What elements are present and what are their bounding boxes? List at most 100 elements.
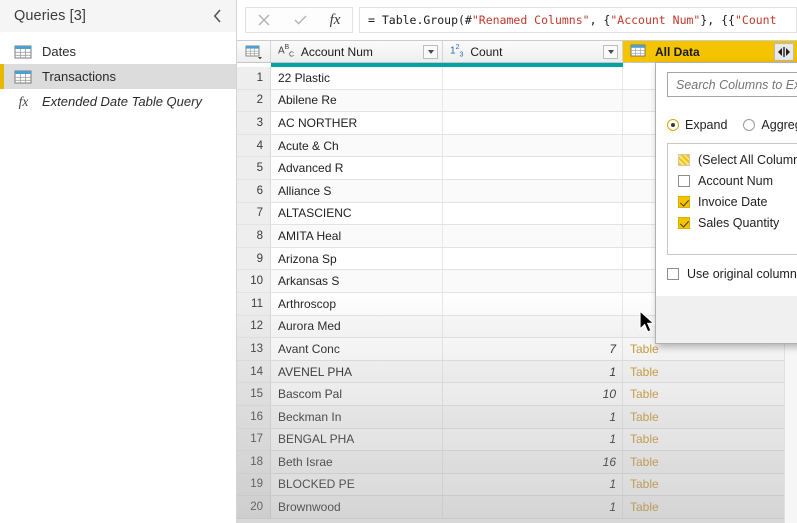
cell-account-num[interactable]: Beth Israe [271, 451, 443, 473]
sidebar-item-transactions[interactable]: Transactions [0, 64, 236, 89]
cell-account-num[interactable]: Arkansas S [271, 270, 443, 292]
cell-all-data[interactable]: Table [623, 406, 797, 428]
table-link[interactable]: Table [630, 387, 659, 401]
cell-all-data[interactable]: Table [623, 429, 797, 451]
cell-count[interactable]: 1 [443, 428, 623, 451]
use-original-prefix-checkbox[interactable]: Use original column name as prefix [667, 267, 797, 281]
table-link[interactable]: Table [630, 410, 659, 424]
cell-count[interactable] [443, 270, 623, 292]
cell-count[interactable]: 1 [443, 473, 623, 496]
table-link[interactable]: Table [630, 455, 659, 469]
column-header-account-num[interactable]: ABC Account Num [271, 41, 443, 62]
table-row[interactable]: 17 BENGAL PHA 1 Table [237, 428, 797, 452]
cell-account-num[interactable]: Acute & Ch [271, 134, 443, 157]
cell-count[interactable]: 1 [443, 360, 623, 383]
cell-count[interactable] [443, 179, 623, 202]
select-all-table-icon[interactable] [237, 41, 271, 62]
formula-bar-buttons: fx [245, 7, 353, 33]
column-checkbox-select-all[interactable]: (Select All Columns) [678, 149, 797, 170]
fx-icon[interactable]: fx [318, 8, 352, 32]
cell-account-num[interactable]: AMITA Heal [271, 225, 443, 247]
column-checkbox-account-num[interactable]: Account Num [678, 170, 797, 191]
cell-count[interactable]: 7 [443, 338, 623, 360]
cell-account-num[interactable]: Avant Conc [271, 338, 443, 360]
cell-account-num[interactable]: Abilene Re [271, 89, 443, 112]
cell-count[interactable] [443, 202, 623, 225]
search-row: A Z [667, 72, 797, 97]
cell-all-data[interactable]: Table [623, 383, 797, 405]
cell-account-num[interactable]: AVENEL PHA [271, 360, 443, 383]
radio-expand-label: Expand [685, 118, 728, 132]
table-link[interactable]: Table [630, 477, 659, 491]
cell-account-num[interactable]: Advanced R [271, 157, 443, 179]
cell-account-num[interactable]: Aurora Med [271, 315, 443, 338]
table-row[interactable]: 16 Beckman In 1 Table [237, 405, 797, 429]
table-row[interactable]: 18 Beth Israe 16 Table [237, 451, 797, 474]
formula-text-mid-2: }, {{ [700, 13, 735, 27]
cell-count[interactable] [443, 134, 623, 157]
expand-columns-list[interactable]: (Select All Columns) Account Num Invoice… [667, 143, 797, 255]
row-index: 10 [237, 270, 271, 292]
cell-count[interactable] [443, 292, 623, 315]
cell-all-data[interactable]: Table [623, 451, 797, 473]
cell-all-data[interactable]: Table [623, 496, 797, 518]
sidebar-item-dates[interactable]: Dates [0, 39, 236, 64]
cell-count[interactable]: 1 [443, 496, 623, 518]
cell-account-num[interactable]: ALTASCIENC [271, 202, 443, 225]
formula-text-mid-1: , { [589, 13, 611, 27]
cell-account-num[interactable]: Brownwood [271, 496, 443, 518]
table-link[interactable]: Table [630, 365, 659, 379]
cell-count[interactable] [443, 67, 623, 89]
cell-account-num[interactable]: Bascom Pal [271, 383, 443, 405]
cell-all-data[interactable]: Table [623, 361, 797, 383]
cell-account-num[interactable]: BENGAL PHA [271, 428, 443, 451]
check-icon[interactable] [282, 8, 318, 32]
cell-count[interactable] [443, 247, 623, 270]
table-row[interactable]: 19 BLOCKED PE 1 Table [237, 473, 797, 497]
row-index: 14 [237, 360, 271, 383]
cell-count[interactable]: 1 [443, 405, 623, 428]
formula-text-string-3: "Count [734, 13, 777, 27]
column-header-count[interactable]: 123 Count [443, 41, 623, 62]
cell-account-num[interactable]: Arthroscop [271, 292, 443, 315]
column-header-label: Account Num [300, 44, 373, 59]
cell-count[interactable] [443, 89, 623, 112]
close-icon[interactable] [246, 8, 282, 32]
table-row[interactable]: 14 AVENEL PHA 1 Table [237, 360, 797, 384]
cell-account-num[interactable]: BLOCKED PE [271, 473, 443, 496]
chevron-left-icon[interactable] [208, 7, 226, 25]
table-link[interactable]: Table [630, 432, 659, 446]
column-header-all-data[interactable]: All Data [623, 41, 797, 62]
table-row[interactable]: 15 Bascom Pal 10 Table [237, 383, 797, 406]
column-filter-dropdown-account-num[interactable] [423, 45, 438, 59]
table-link[interactable]: Table [630, 342, 659, 356]
column-checkbox-invoice-date[interactable]: Invoice Date [678, 191, 797, 212]
cell-count[interactable] [443, 315, 623, 338]
cell-account-num[interactable]: 22 Plastic [271, 67, 443, 89]
expand-dialog-footer: OK Cancel [656, 296, 797, 343]
search-input[interactable] [667, 72, 797, 97]
column-checkbox-sales-quantity[interactable]: Sales Quantity [678, 212, 797, 233]
sidebar-item-label: Dates [42, 44, 76, 59]
cell-account-num[interactable]: AC NORTHER [271, 112, 443, 134]
table-link[interactable]: Table [630, 500, 659, 514]
cell-count[interactable] [443, 225, 623, 247]
row-index: 12 [237, 315, 271, 338]
sidebar-item-extended-date-table-query[interactable]: fx Extended Date Table Query [0, 89, 236, 114]
table-row[interactable]: 20 Brownwood 1 Table [237, 496, 797, 519]
radio-aggregate[interactable]: Aggregate [743, 118, 797, 132]
power-query-editor: Queries [3] Dates Transactions fx Extend… [0, 0, 797, 523]
cell-count[interactable]: 16 [443, 451, 623, 473]
formula-input[interactable]: = Table.Group(# "Renamed Columns", {"Acco… [359, 7, 797, 33]
cell-account-num[interactable]: Alliance S [271, 179, 443, 202]
cell-account-num[interactable]: Arizona Sp [271, 247, 443, 270]
cell-count[interactable]: 10 [443, 383, 623, 405]
cell-count[interactable] [443, 157, 623, 179]
cell-account-num[interactable]: Beckman In [271, 405, 443, 428]
expand-columns-icon[interactable] [774, 43, 794, 61]
radio-expand[interactable]: Expand [667, 118, 727, 132]
cell-all-data[interactable]: Table [623, 474, 797, 496]
cell-count[interactable] [443, 112, 623, 134]
column-filter-dropdown-count[interactable] [603, 45, 618, 59]
row-index: 9 [237, 247, 271, 270]
